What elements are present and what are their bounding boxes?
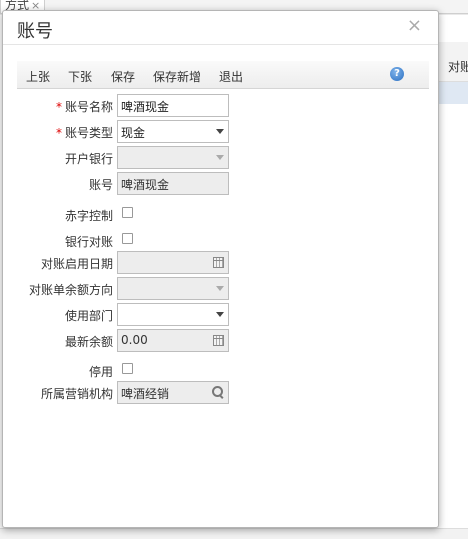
close-icon[interactable]: × [407,15,422,36]
row-sales-org: 所属营销机构 啤酒经销 [3,381,440,404]
red-control-label: 赤字控制 [64,209,113,223]
title-divider [3,44,438,45]
row-red-control: 赤字控制 [3,203,440,226]
chevron-down-icon[interactable] [216,129,224,134]
account-type-label-text: 账号类型 [64,126,113,140]
latest-balance-field: 0.00 [117,329,229,352]
account-name-label-text: 账号名称 [64,100,113,114]
toolbar: 上张 下张 保存 保存新增 退出 ? [17,61,429,89]
save-button[interactable]: 保存 [111,68,135,85]
required-mark: * [55,126,62,140]
bank-reconcile-label: 银行对账 [64,235,113,249]
row-account-name: * 账号名称 啤酒现金 [3,94,440,117]
dialog-title: 账号 [17,21,53,42]
row-disabled: 停用 [3,359,440,382]
account-type-select[interactable]: 现金 [117,120,229,143]
bank-select [117,146,229,169]
prev-record-button[interactable]: 上张 [26,68,50,85]
next-record-button[interactable]: 下张 [68,68,92,85]
account-dialog: 账号 × 上张 下张 保存 保存新增 退出 ? * 账号名称 啤酒现金 * 账号类型… [2,10,439,528]
account-number-field: 啤酒现金 [117,172,229,195]
background-status-bar [0,528,468,539]
exit-button[interactable]: 退出 [219,68,243,85]
reconcile-start-date-label: 对账启用日期 [40,257,113,271]
account-type-label: * 账号类型 [56,124,113,141]
row-account-number: 账号 啤酒现金 [3,172,440,195]
background-grid-row-selected[interactable] [438,82,468,104]
search-icon[interactable] [212,386,224,398]
bank-reconcile-checkbox[interactable] [122,233,133,244]
disabled-label: 停用 [88,365,113,379]
account-name-input[interactable]: 啤酒现金 [117,94,229,117]
chevron-down-icon[interactable] [216,312,224,317]
reconcile-start-date-field [117,251,229,274]
chevron-down-icon [216,286,224,291]
department-select[interactable] [117,303,229,326]
calendar-icon [213,257,224,268]
row-bank: 开户银行 [3,146,440,169]
account-name-label: * 账号名称 [56,98,113,115]
background-grid-header-label: 对账 [448,60,468,74]
save-and-new-button[interactable]: 保存新增 [153,68,201,85]
sales-org-field[interactable]: 啤酒经销 [117,381,229,404]
red-control-checkbox[interactable] [122,207,133,218]
background-grid-header: 对账 [438,42,468,82]
latest-balance-value: 0.00 [121,333,148,347]
calculator-icon [213,335,224,346]
required-mark: * [55,100,62,114]
bank-label: 开户银行 [64,152,113,166]
row-bank-reconcile: 银行对账 [3,229,440,252]
statement-balance-direction-label: 对账单余额方向 [28,283,113,297]
help-icon[interactable]: ? [390,67,404,81]
statement-balance-direction-select [117,277,229,300]
department-label: 使用部门 [64,309,113,323]
sales-org-label: 所属营销机构 [40,387,113,401]
row-latest-balance: 最新余额 0.00 [3,329,440,352]
row-reconcile-start-date: 对账启用日期 [3,251,440,274]
row-account-type: * 账号类型 现金 [3,120,440,143]
disabled-checkbox[interactable] [122,363,133,374]
chevron-down-icon [216,155,224,160]
account-number-label: 账号 [88,178,113,192]
row-department: 使用部门 [3,303,440,326]
sales-org-value: 啤酒经销 [121,387,170,401]
account-type-value: 现金 [121,126,146,140]
row-statement-balance-direction: 对账单余额方向 [3,277,440,300]
latest-balance-label: 最新余额 [64,335,113,349]
